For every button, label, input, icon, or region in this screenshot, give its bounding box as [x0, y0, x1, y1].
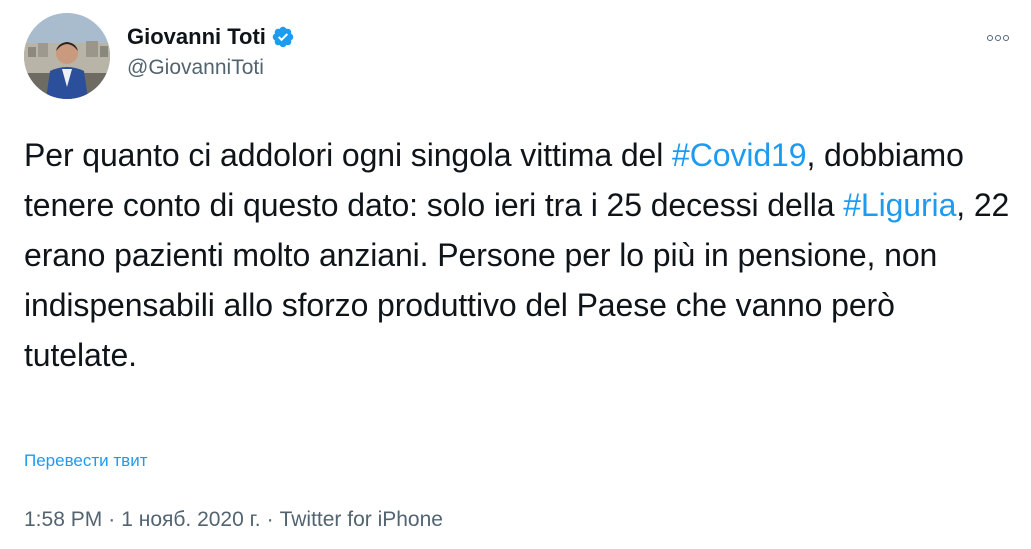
- tweet-text-segment: Per quanto ci addolori ogni singola vitt…: [24, 137, 673, 173]
- verified-badge-icon: [271, 25, 295, 49]
- meta-separator: ·: [108, 508, 116, 531]
- meta-separator: ·: [266, 508, 274, 531]
- hashtag-liguria[interactable]: #Liguria: [843, 187, 956, 223]
- more-dot: [1003, 35, 1009, 41]
- avatar[interactable]: [24, 13, 110, 99]
- name-row: Giovanni Toti: [127, 22, 295, 52]
- hashtag-covid19[interactable]: #Covid19: [672, 137, 807, 173]
- display-name[interactable]: Giovanni Toti: [127, 24, 266, 50]
- author-block: Giovanni Toti @GiovanniToti: [127, 22, 295, 80]
- translate-tweet-link[interactable]: Перевести твит: [24, 451, 147, 471]
- tweet-time[interactable]: 1:58 PM: [24, 508, 102, 531]
- tweet-meta: 1:58 PM · 1 нояб. 2020 г. · Twitter for iPho…: [24, 508, 443, 532]
- handle[interactable]: @GiovanniToti: [127, 56, 295, 80]
- tweet-text: Per quanto ci addolori ogni singola vitt…: [24, 130, 1014, 380]
- more-dot: [995, 35, 1001, 41]
- tweet-source[interactable]: Twitter for iPhone: [280, 508, 443, 531]
- more-dot: [987, 35, 993, 41]
- tweet: Giovanni Toti @GiovanniToti Per quanto c…: [0, 0, 1031, 549]
- tweet-date[interactable]: 1 нояб. 2020 г.: [121, 508, 260, 531]
- more-options-icon[interactable]: [983, 28, 1013, 48]
